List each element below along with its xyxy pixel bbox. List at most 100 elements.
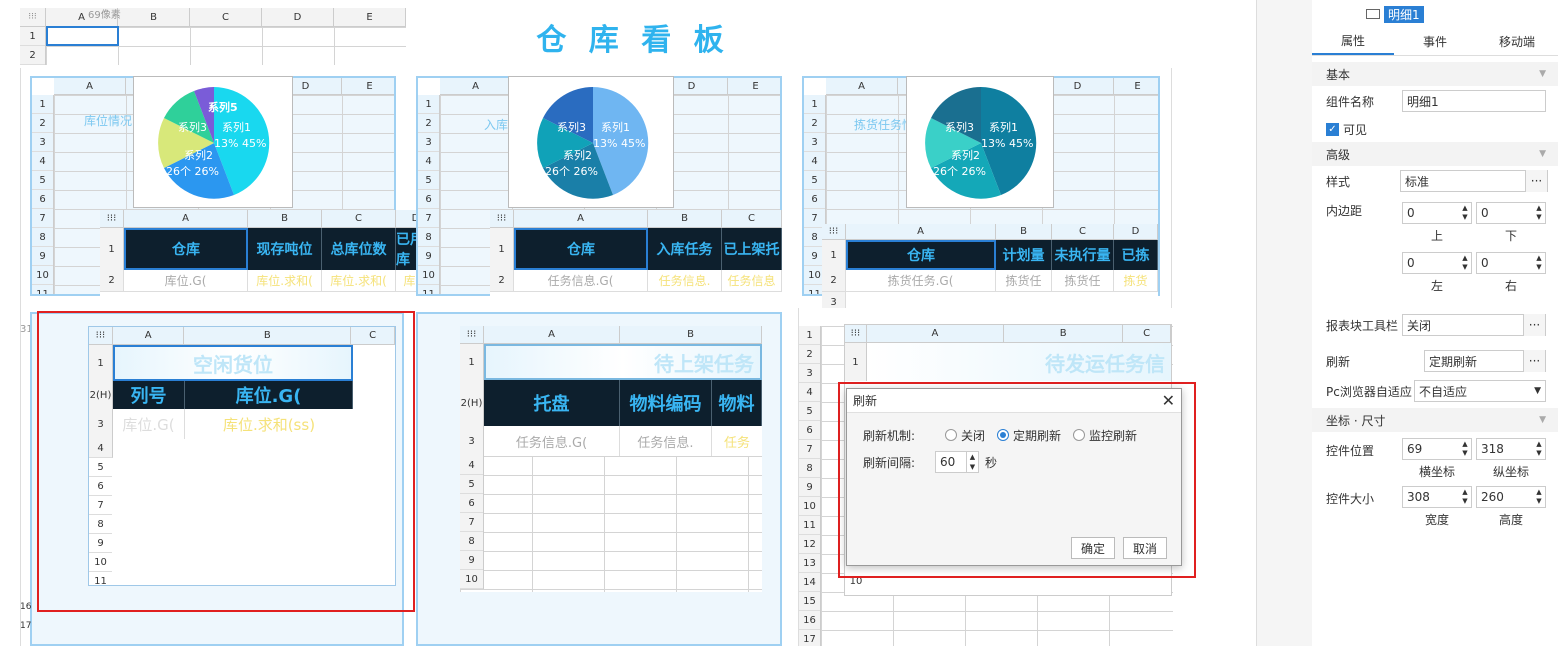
height-input[interactable]: 260 ▲ ▼: [1476, 486, 1546, 508]
table-cell[interactable]: 任务信息: [722, 270, 782, 292]
col-header: B: [620, 326, 762, 343]
table-cell[interactable]: 任务信息.: [648, 270, 722, 292]
radio-periodic[interactable]: 定期刷新: [997, 427, 1061, 444]
table-cell[interactable]: 任务信息.: [620, 426, 712, 456]
col-header[interactable]: B: [118, 8, 190, 26]
adapt-select[interactable]: 不自适应 ▼: [1414, 380, 1546, 402]
table-corner: ⁝⁝⁝: [460, 326, 484, 343]
checkbox-checked-icon[interactable]: ✓: [1326, 122, 1339, 136]
pie-chart[interactable]: 系列3 系列1 系列2 26个 26% 13% 45%: [508, 76, 674, 208]
table-header-cell[interactable]: 计划量: [996, 240, 1052, 270]
width-input[interactable]: 308 ▲ ▼: [1402, 486, 1472, 508]
collapse-icon[interactable]: ▼: [1539, 149, 1546, 159]
table-header-cell[interactable]: 仓库: [124, 228, 248, 270]
sheet-corner[interactable]: ⁝⁝⁝: [20, 8, 46, 27]
row-header: 1: [845, 343, 867, 381]
pie-label: 系列3: [557, 120, 586, 134]
more-icon[interactable]: ···: [1525, 170, 1547, 192]
table-cell[interactable]: 拣货: [1114, 270, 1158, 292]
row-header[interactable]: 1: [20, 27, 45, 46]
refresh-label: 刷新: [1326, 354, 1351, 369]
visible-label: 可见: [1343, 122, 1368, 137]
table-cell[interactable]: 任务: [712, 426, 762, 456]
col-header: C: [722, 210, 782, 227]
table-header-cell[interactable]: 物料: [712, 380, 762, 426]
padding-left-input[interactable]: 0 ▲ ▼: [1402, 252, 1472, 274]
radio-circle-icon[interactable]: [945, 429, 957, 441]
col-header: A: [124, 210, 248, 227]
collapse-icon[interactable]: ▼: [1539, 69, 1546, 79]
spin-arrows-icon[interactable]: ▲ ▼: [1459, 440, 1471, 458]
table-cell[interactable]: 任务信息.G(: [484, 426, 620, 456]
table-cell[interactable]: 任务信息.G(: [514, 270, 648, 292]
component-name-tag[interactable]: 明细1: [1384, 5, 1424, 23]
table-header-cell[interactable]: 入库任务: [648, 228, 722, 270]
chevron-down-icon[interactable]: ▼: [1534, 386, 1541, 396]
shipping-title[interactable]: 待发运任务信: [866, 343, 1171, 381]
radio-circle-icon[interactable]: [1073, 429, 1086, 441]
interval-stepper[interactable]: 60 ▲ ▼: [935, 451, 979, 473]
pos-y-input[interactable]: 318 ▲ ▼: [1476, 438, 1546, 460]
tab-properties[interactable]: 属性: [1312, 28, 1394, 55]
section-basic[interactable]: 基本 ▼: [1312, 62, 1558, 86]
tab-events[interactable]: 事件: [1394, 28, 1476, 55]
padding-bottom-input[interactable]: 0 ▲ ▼: [1476, 202, 1546, 224]
close-icon[interactable]: ✕: [1162, 391, 1175, 410]
cancel-button[interactable]: 取消: [1123, 537, 1167, 559]
radio-checked-icon[interactable]: [997, 429, 1010, 441]
table-header-cell[interactable]: 仓库: [846, 240, 996, 270]
spin-arrows-icon[interactable]: ▲ ▼: [1459, 204, 1471, 222]
table-cell[interactable]: 库位.G(: [124, 270, 248, 292]
toolbar-input[interactable]: 关闭 ···: [1402, 314, 1546, 336]
inbound-table[interactable]: ⁝⁝⁝ A B C 1 仓库 入库任务 已上架托 2 任务信息.G( 任务信息.…: [490, 210, 782, 314]
row-header[interactable]: 2: [20, 46, 45, 65]
picking-table[interactable]: ⁝⁝⁝ A B C D 1 仓库 计划量 未执行量 已拣 2 拣货任务.G( 拣…: [822, 224, 1158, 314]
spin-arrows-icon[interactable]: ▲ ▼: [1459, 488, 1471, 506]
table-header-cell[interactable]: 托盘: [484, 380, 620, 426]
pie-chart[interactable]: 系列5 系列3 系列1 系列2 26个 26% 13% 45%: [133, 76, 293, 208]
spin-arrows-icon[interactable]: ▲ ▼: [1533, 254, 1545, 272]
spin-arrows-icon[interactable]: ▲ ▼: [1533, 204, 1545, 222]
tab-mobile[interactable]: 移动端: [1476, 28, 1558, 55]
table-cell[interactable]: 拣货任务.G(: [846, 270, 996, 292]
table-header-cell[interactable]: 未执行量: [1052, 240, 1114, 270]
interval-value[interactable]: 60: [936, 455, 966, 469]
table-cell[interactable]: 拣货任: [1052, 270, 1114, 292]
radio-off[interactable]: 关闭: [945, 427, 985, 444]
collapse-icon[interactable]: ▼: [1539, 415, 1546, 425]
name-input[interactable]: 明细1: [1402, 90, 1546, 112]
table-header-cell[interactable]: 现存吨位: [248, 228, 322, 270]
spin-arrows-icon[interactable]: ▲ ▼: [1533, 488, 1545, 506]
spin-arrows-icon[interactable]: ▲ ▼: [966, 452, 978, 472]
col-header[interactable]: E: [334, 8, 406, 26]
table-header-cell[interactable]: 总库位数: [322, 228, 396, 270]
section-coord[interactable]: 坐标 · 尺寸 ▼: [1312, 408, 1558, 432]
putaway-table[interactable]: ⁝⁝⁝ A B 1 待上架任务 2(H) 托盘 物料编码 物料 3 任务信息.G…: [460, 326, 762, 592]
row-header: 17: [20, 621, 32, 631]
table-cell[interactable]: 库位.求和(: [322, 270, 396, 292]
table-header-cell[interactable]: 仓库: [514, 228, 648, 270]
table-header-cell[interactable]: 已拣: [1114, 240, 1158, 270]
radio-monitor[interactable]: 监控刷新: [1073, 427, 1137, 444]
refresh-dialog[interactable]: 刷新 ✕ 刷新机制: 关闭 定期刷新 监控刷新 刷新间隔: 60 ▲ ▼ 秒 确…: [846, 388, 1182, 566]
table-cell[interactable]: 库位.求和(: [248, 270, 322, 292]
table-cell[interactable]: 拣货任: [996, 270, 1052, 292]
spin-arrows-icon[interactable]: ▲ ▼: [1459, 254, 1471, 272]
padding-right-input[interactable]: 0 ▲ ▼: [1476, 252, 1546, 274]
padding-top-input[interactable]: 0 ▲ ▼: [1402, 202, 1472, 224]
spin-arrows-icon[interactable]: ▲ ▼: [1533, 440, 1545, 458]
more-icon[interactable]: ···: [1523, 314, 1545, 336]
table-header-cell[interactable]: 物料编码: [620, 380, 712, 426]
style-input[interactable]: 标准 ···: [1400, 170, 1548, 192]
putaway-title[interactable]: 待上架任务: [484, 344, 762, 380]
row-header: 1: [799, 326, 820, 345]
pos-x-input[interactable]: 69 ▲ ▼: [1402, 438, 1472, 460]
col-header[interactable]: D: [262, 8, 334, 26]
section-advanced[interactable]: 高级 ▼: [1312, 142, 1558, 166]
ok-button[interactable]: 确定: [1071, 537, 1115, 559]
col-header[interactable]: C: [190, 8, 262, 26]
stock-table[interactable]: ⁝⁝⁝ A B C D 1 仓库 现存吨位 总库位数 已用库 2 库位.G( 库…: [100, 210, 436, 314]
pie-chart[interactable]: 系列3 系列1 系列2 26个 26% 13% 45%: [906, 76, 1054, 208]
selected-cell[interactable]: [46, 26, 119, 46]
table-header-cell[interactable]: 已上架托: [722, 228, 782, 270]
